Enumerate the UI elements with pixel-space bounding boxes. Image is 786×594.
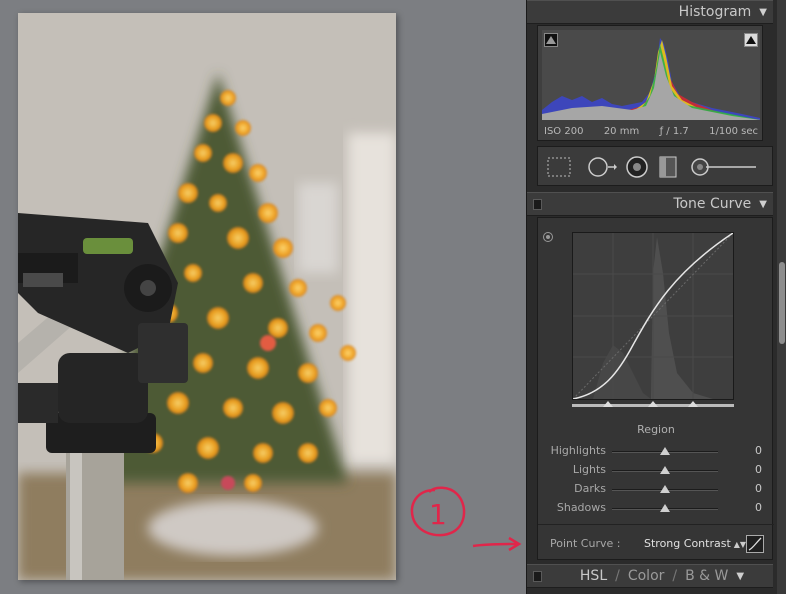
tone-curve-panel: Region Highlights 0 Lights 0 Darks 0 Sha…: [537, 217, 774, 560]
tone-curve-title: Tone Curve: [673, 196, 752, 212]
annotation-number: 1: [429, 498, 447, 531]
develop-right-panel: Histogram ▼ ISO 200 20 mm ƒ / 1.7 1/100 …: [526, 0, 786, 594]
histogram-header[interactable]: Histogram ▼: [527, 0, 773, 24]
tab-separator: /: [672, 568, 678, 584]
slider-thumb-icon[interactable]: [660, 504, 670, 512]
region-split-controls[interactable]: [572, 394, 734, 407]
tab-separator: /: [615, 568, 620, 584]
highlight-clipping-toggle[interactable]: [744, 33, 758, 47]
panel-scrollbar[interactable]: [777, 0, 786, 594]
shadows-slider-row: Shadows 0: [538, 501, 774, 517]
shadows-label: Shadows: [556, 501, 606, 514]
lights-slider[interactable]: [612, 466, 718, 474]
point-curve-label: Point Curve :: [550, 537, 621, 550]
point-curve-select[interactable]: Strong Contrast ▲▼: [644, 537, 746, 550]
aperture-value: ƒ / 1.7: [659, 126, 689, 137]
collapse-triangle-icon[interactable]: ▼: [759, 199, 767, 210]
color-tab[interactable]: Color: [628, 568, 665, 584]
red-eye-icon[interactable]: [624, 155, 650, 179]
slider-thumb-icon[interactable]: [660, 466, 670, 474]
crop-overlay-icon[interactable]: [546, 155, 572, 179]
focal-length-value: 20 mm: [603, 126, 640, 137]
shadows-value[interactable]: 0: [755, 501, 762, 514]
histogram-title: Histogram: [678, 4, 752, 20]
tone-curve-graph[interactable]: [572, 232, 734, 400]
lights-label: Lights: [572, 463, 606, 476]
shadows-slider[interactable]: [612, 504, 718, 512]
edit-point-curve-icon[interactable]: [746, 535, 764, 553]
select-arrows-icon: ▲▼: [733, 540, 747, 549]
histogram-exif-info: ISO 200 20 mm ƒ / 1.7 1/100 sec: [542, 126, 760, 137]
highlights-slider[interactable]: [612, 447, 718, 455]
darks-slider-row: Darks 0: [538, 482, 774, 498]
annotation-arrow-line: [472, 542, 518, 548]
tool-strip: [537, 146, 773, 186]
target-adjust-icon[interactable]: [543, 232, 553, 242]
highlights-slider-row: Highlights 0: [538, 444, 774, 460]
scrollbar-thumb[interactable]: [779, 262, 785, 344]
iso-value: ISO 200: [544, 126, 584, 137]
bw-tab[interactable]: B & W: [685, 568, 728, 584]
region-title: Region: [637, 423, 675, 436]
histogram-panel: ISO 200 20 mm ƒ / 1.7 1/100 sec: [537, 25, 763, 141]
shutter-value: 1/100 sec: [709, 126, 758, 137]
point-curve-value: Strong Contrast: [644, 537, 731, 550]
panel-switch-icon[interactable]: [533, 199, 542, 210]
darks-slider[interactable]: [612, 485, 718, 493]
photo-preview: [18, 13, 396, 580]
collapse-triangle-icon[interactable]: ▼: [759, 7, 767, 18]
highlights-label: Highlights: [550, 444, 606, 457]
hsl-tab[interactable]: HSL: [580, 568, 607, 584]
lights-slider-row: Lights 0: [538, 463, 774, 479]
darks-label: Darks: [574, 482, 606, 495]
lights-value[interactable]: 0: [755, 463, 762, 476]
collapse-triangle-icon[interactable]: ▼: [736, 571, 744, 582]
slider-thumb-icon[interactable]: [660, 447, 670, 455]
panel-switch-icon[interactable]: [533, 571, 542, 582]
adjustment-brush-icon[interactable]: [690, 155, 760, 179]
highlights-value[interactable]: 0: [755, 444, 762, 457]
shadow-clipping-toggle[interactable]: [544, 33, 558, 47]
histogram-graph[interactable]: [542, 30, 760, 120]
tone-curve-header[interactable]: Tone Curve ▼: [527, 192, 773, 216]
point-curve-row: Point Curve : Strong Contrast ▲▼: [538, 524, 774, 560]
spot-removal-icon[interactable]: [586, 155, 617, 179]
hsl-header[interactable]: HSL / Color / B & W ▼: [527, 564, 773, 588]
annotation-callout: 1: [405, 480, 527, 560]
slider-thumb-icon[interactable]: [660, 485, 670, 493]
graduated-filter-icon[interactable]: [656, 155, 682, 179]
darks-value[interactable]: 0: [755, 482, 762, 495]
